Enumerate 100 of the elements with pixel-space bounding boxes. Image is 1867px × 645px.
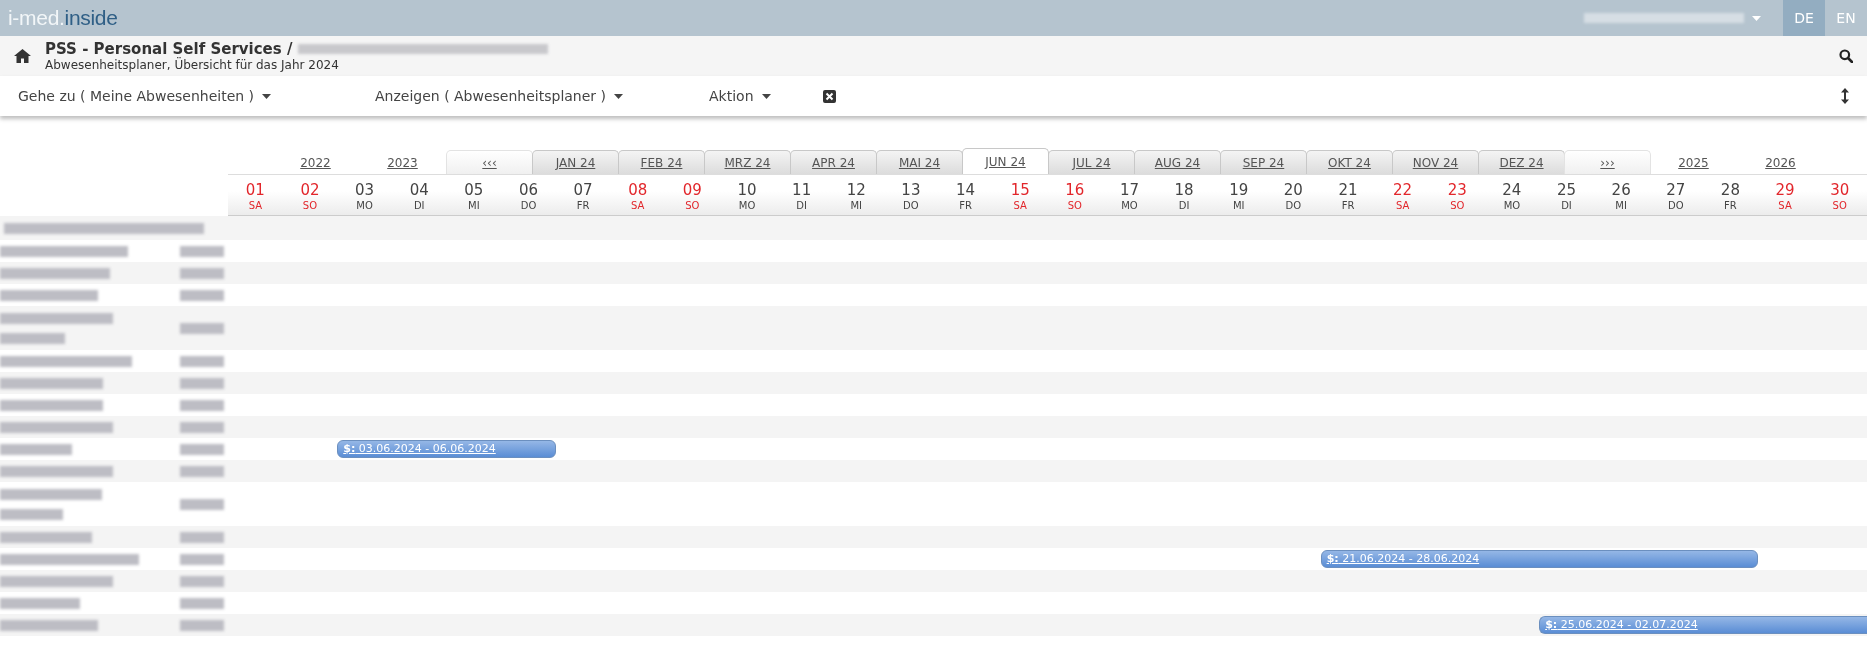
weekday-label: MO — [1503, 199, 1521, 211]
caret-icon — [761, 93, 771, 99]
day-number: 05 — [464, 179, 484, 200]
month-tab[interactable]: NOV 24 — [1392, 150, 1479, 174]
month-tab[interactable]: SEP 24 — [1220, 150, 1307, 174]
weekday-label: SA — [1395, 199, 1410, 211]
redacted-number — [180, 597, 224, 609]
redacted-number — [180, 377, 224, 389]
weekday-label: SO — [685, 199, 700, 211]
month-tab[interactable]: APR 24 — [790, 150, 877, 174]
month-tab[interactable]: AUG 24 — [1134, 150, 1221, 174]
page-subtitle: Abwesenheitsplaner, Übersicht für das Jahr 2024 — [45, 58, 340, 72]
redacted-number — [180, 421, 224, 433]
redacted-number — [180, 575, 224, 587]
day-number: 25 — [1556, 179, 1577, 200]
redacted-number — [180, 289, 224, 301]
day-number: 19 — [1229, 179, 1249, 200]
app-logo: i-med.inside — [7, 6, 119, 30]
day-number: 11 — [792, 179, 812, 200]
redacted-number — [180, 619, 224, 631]
weekday-label: DO — [1668, 199, 1684, 211]
day-number: 06 — [518, 179, 538, 200]
day-number: 22 — [1393, 179, 1413, 200]
day-number: 16 — [1065, 179, 1085, 200]
weekday-label: SO — [1067, 199, 1082, 211]
day-number: 14 — [956, 179, 976, 200]
caret-icon — [614, 93, 623, 99]
caret-icon — [262, 93, 272, 99]
weekday-label: FR — [1341, 199, 1355, 211]
day-number: 20 — [1283, 179, 1303, 200]
month-tab[interactable]: DEZ 24 — [1478, 150, 1565, 174]
weekday-label: SA — [1778, 199, 1792, 211]
day-number: 03 — [355, 179, 375, 200]
month-tab[interactable]: FEB 24 — [618, 150, 705, 174]
previous-tab[interactable]: ‹‹‹ — [446, 150, 533, 174]
day-number: 30 — [1830, 179, 1850, 200]
redacted-number — [180, 465, 224, 477]
day-number: 27 — [1666, 179, 1686, 200]
day-number: 17 — [1119, 179, 1139, 200]
weekday-label: DI — [1561, 199, 1572, 211]
day-number: 02 — [300, 179, 320, 200]
weekday-label: DI — [796, 199, 807, 211]
day-number: 15 — [1010, 179, 1030, 200]
next-tab[interactable]: ››› — [1564, 150, 1651, 174]
year-link[interactable]: 2025 — [1650, 155, 1737, 174]
redacted-name — [0, 332, 65, 344]
day-number: 07 — [573, 179, 593, 200]
weekday-label: SA — [1013, 199, 1027, 211]
day-number: 12 — [846, 179, 866, 200]
redacted-number — [180, 531, 224, 543]
day-number: 08 — [628, 179, 648, 200]
redacted-number — [180, 399, 224, 411]
month-tab[interactable]: MRZ 24 — [704, 150, 791, 174]
day-number: 10 — [737, 179, 757, 200]
weekday-label: MO — [356, 199, 373, 211]
caret-icon — [1752, 15, 1761, 21]
resize-vertical-icon[interactable] — [1841, 88, 1849, 104]
month-tab[interactable]: JAN 24 — [532, 150, 619, 174]
weekday-label: MI — [468, 199, 480, 211]
weekday-label: DI — [1178, 199, 1190, 211]
day-number: 28 — [1720, 179, 1740, 200]
weekday-label: FR — [959, 199, 972, 211]
day-number: 01 — [245, 179, 265, 200]
year-link[interactable]: 2026 — [1737, 155, 1824, 174]
month-tab[interactable]: OKT 24 — [1306, 150, 1393, 174]
weekday-label: MO — [738, 199, 756, 211]
redacted-number — [180, 498, 224, 510]
weekday-label: SA — [631, 199, 645, 211]
day-number: 23 — [1447, 179, 1467, 200]
day-number: 04 — [409, 179, 429, 200]
weekday-label: MO — [1121, 199, 1138, 211]
day-number: 26 — [1611, 179, 1631, 200]
weekday-label: SA — [248, 199, 262, 211]
weekday-label: SO — [1832, 199, 1847, 211]
menu-dropdown[interactable]: Gehe zu ( Meine Abwesenheiten ) — [18, 84, 323, 108]
redacted-number — [180, 355, 224, 367]
day-number: 24 — [1502, 179, 1522, 200]
menu-dropdown[interactable]: Anzeigen ( Abwesenheitsplaner ) — [375, 84, 657, 108]
weekday-label: SO — [1450, 199, 1465, 211]
month-tab[interactable]: MAI 24 — [876, 150, 963, 174]
redacted-number — [180, 267, 224, 279]
close-box-icon[interactable] — [822, 89, 836, 103]
month-tab[interactable]: JUL 24 — [1048, 150, 1135, 174]
redacted-number — [180, 245, 224, 257]
year-link[interactable]: 2023 — [359, 155, 446, 174]
weekday-label: DO — [1285, 199, 1302, 211]
menu-dropdown[interactable]: Aktion — [709, 84, 771, 108]
day-number: 29 — [1775, 179, 1795, 200]
home-icon[interactable] — [14, 49, 31, 63]
search-icon[interactable] — [1839, 49, 1853, 63]
weekday-label: FR — [1724, 199, 1737, 211]
weekday-label: MI — [1232, 199, 1245, 211]
redacted-name — [0, 508, 63, 520]
page-title: PSS - Personal Self Services / — [45, 40, 293, 58]
day-number: 18 — [1174, 179, 1194, 200]
weekday-label: MI — [850, 199, 863, 211]
year-link[interactable]: 2022 — [272, 155, 359, 174]
redacted-name — [0, 443, 72, 455]
day-number: 09 — [682, 179, 702, 200]
weekday-label: SO — [302, 199, 318, 211]
